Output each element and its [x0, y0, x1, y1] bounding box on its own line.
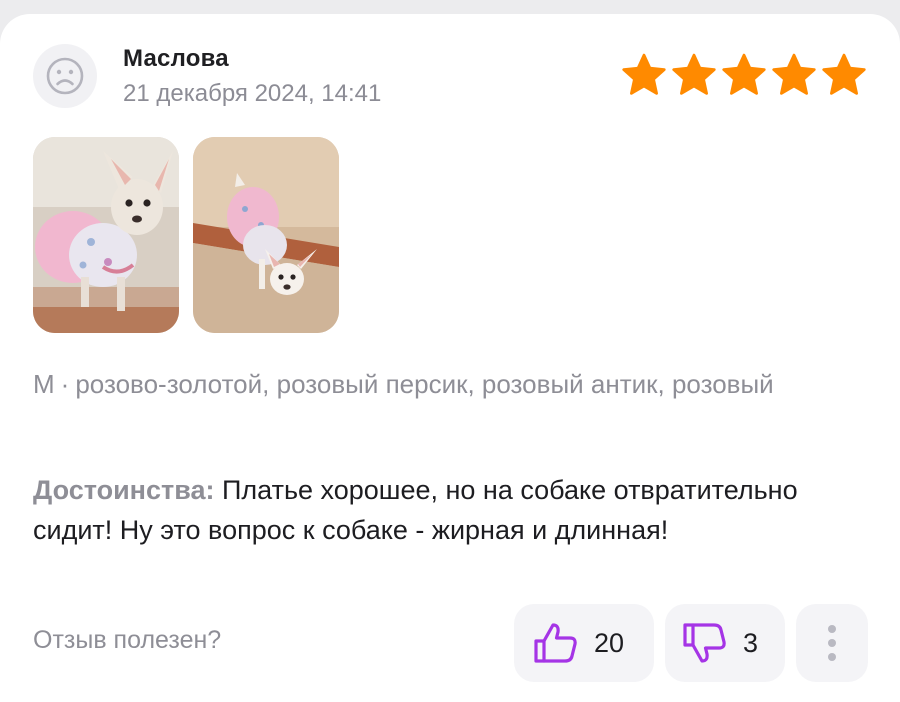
star-icon	[622, 53, 666, 95]
review-photos	[33, 137, 339, 333]
more-vertical-icon	[828, 625, 836, 661]
dislike-count: 3	[743, 627, 759, 658]
variant-colors: розово-золотой, розовый персик, розовый …	[75, 369, 774, 399]
helpful-question: Отзыв полезен?	[33, 626, 222, 654]
user-face-icon	[46, 57, 84, 95]
review-body: Достоинства: Платье хорошее, но на собак…	[33, 470, 873, 550]
pros-label: Достоинства:	[33, 475, 215, 505]
thumbs-down-icon	[683, 623, 726, 663]
review-photo-1[interactable]	[33, 137, 179, 333]
star-icon	[772, 53, 816, 95]
like-count: 20	[594, 627, 625, 658]
more-options-button[interactable]	[796, 604, 868, 682]
avatar	[33, 44, 97, 108]
author-name: Маслова	[123, 45, 229, 72]
review-photo-2[interactable]	[193, 137, 339, 333]
variant-separator: ·	[60, 369, 70, 399]
thumbs-up-icon	[534, 623, 577, 663]
product-variant: M · розово-золотой, розовый персик, розовы…	[33, 364, 833, 404]
rating-stars	[620, 52, 868, 98]
dislike-button[interactable]: 3	[665, 604, 785, 682]
star-icon	[822, 53, 866, 95]
star-icon	[722, 53, 766, 95]
like-button[interactable]: 20	[514, 604, 654, 682]
review-card: Маслова 21 декабря 2024, 14:41 M · розов…	[0, 14, 900, 702]
variant-size: M	[33, 369, 55, 399]
review-date: 21 декабря 2024, 14:41	[123, 80, 382, 107]
star-icon	[672, 53, 716, 95]
